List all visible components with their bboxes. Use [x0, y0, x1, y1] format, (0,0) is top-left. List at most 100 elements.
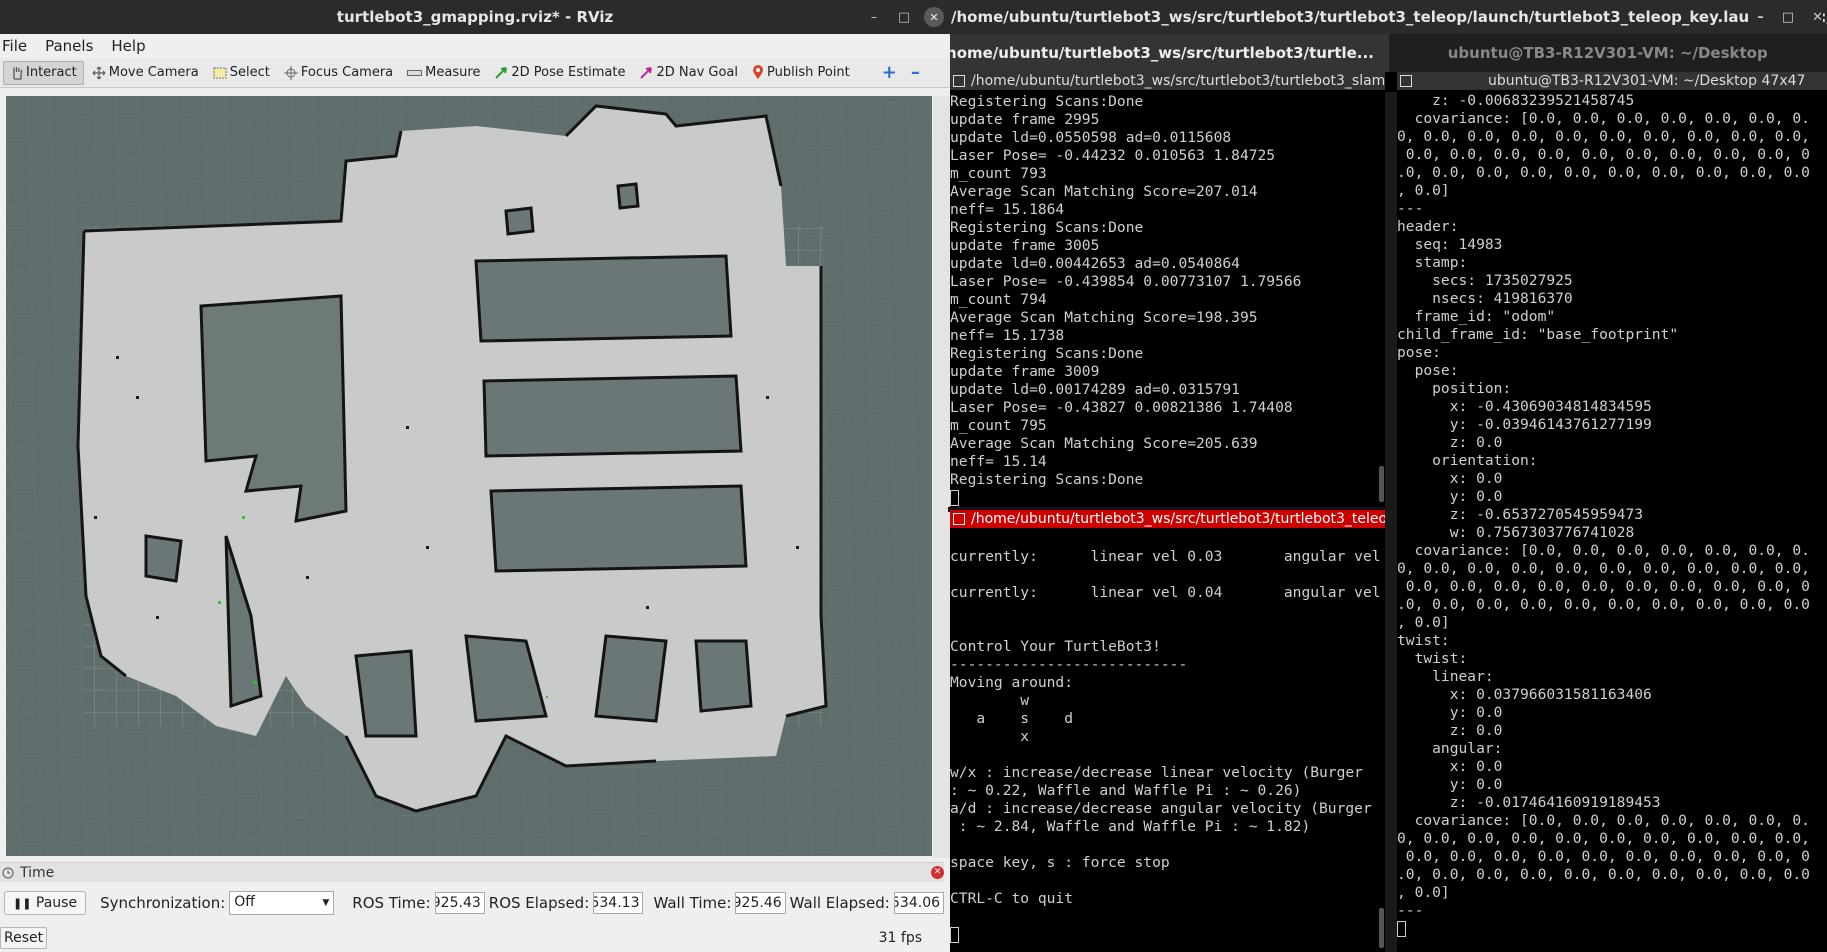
wall-time-label: Wall Time: [653, 894, 732, 912]
terminal-line: Laser Pose= -0.44232 0.010563 1.84725 [950, 147, 1276, 164]
teleop-output: currently: linear vel 0.03 angular vel 0… [950, 530, 1385, 944]
teleop-terminal[interactable]: currently: linear vel 0.03 angular vel 0… [950, 530, 1385, 952]
green-arrow-icon [495, 66, 508, 79]
tool-focus-camera[interactable]: Focus Camera [278, 61, 399, 85]
terminal-line: z: 0.0 [1397, 722, 1503, 739]
terminal-line: update frame 3009 [950, 363, 1100, 380]
tab-desktop[interactable]: ubuntu@TB3-R12V301-VM: ~/Desktop [1389, 34, 1827, 72]
terminal-titlebar[interactable]: /home/ubuntu/turtlebot3_ws/src/turtlebot… [950, 0, 1827, 34]
terminal-line: Average Scan Matching Score=198.395 [950, 309, 1258, 326]
move-arrows-icon [92, 66, 106, 79]
slam-output: Registering Scans:Done update frame 2995 u… [950, 93, 1385, 507]
scrollbar[interactable] [1379, 466, 1384, 502]
terminal-line: .0, 0.0, 0.0, 0.0, 0.0, 0.0, 0.0, 0.0, 0… [1397, 596, 1810, 613]
dropdown-arrow-icon: ▼ [322, 898, 330, 908]
ruler-icon [407, 69, 423, 76]
tool-select-label: Select [229, 65, 270, 80]
reset-button[interactable]: Reset [0, 927, 48, 949]
menu-file[interactable]: File [2, 37, 27, 55]
terminal-line: 0.0, 0.0, 0.0, 0.0, 0.0, 0.0, 0.0, 0.0, … [1397, 578, 1810, 595]
minimize-button[interactable]: – [864, 7, 884, 27]
close-icon[interactable]: ✕ [931, 866, 944, 879]
terminal-line: stamp: [1397, 254, 1468, 271]
tool-publish-point[interactable]: Publish Point [746, 61, 856, 85]
terminal-line: Registering Scans:Done [950, 219, 1144, 236]
terminal-line: CTRL-C to quit [950, 890, 1074, 907]
menu-help[interactable]: Help [111, 37, 145, 55]
close-button[interactable]: ✕ [924, 7, 944, 27]
terminal-tabs: /home/ubuntu/turtlebot3_ws/src/turtlebot… [950, 34, 1827, 72]
terminal-line: space key, s : force stop [950, 854, 1170, 871]
terminal-line: , 0.0] [1397, 884, 1450, 901]
vertical-splitter[interactable] [1385, 92, 1397, 952]
tool-interact-label: Interact [26, 65, 77, 80]
pause-label: Pause [35, 895, 78, 911]
sync-select[interactable]: Off ▼ [229, 891, 335, 915]
teleop-pane-header[interactable]: /home/ubuntu/turtlebot3_ws/src/turtlebot… [950, 510, 1385, 528]
terminal-line: neff= 15.1864 [950, 201, 1065, 218]
ros-time-field[interactable]: 7925.43 [434, 892, 485, 914]
map-viewport[interactable] [6, 96, 932, 856]
terminal-cursor [950, 926, 1385, 944]
terminal-line: a/d : increase/decrease angular velocity… [950, 800, 1372, 817]
terminal-line: 0.0, 0.0, 0.0, 0.0, 0.0, 0.0, 0.0, 0.0, … [1397, 146, 1810, 163]
terminal-line: a s d [950, 710, 1074, 727]
occupancy-grid-map [6, 96, 932, 856]
tool-2d-pose-estimate[interactable]: 2D Pose Estimate [488, 61, 631, 85]
slam-terminal[interactable]: Registering Scans:Done update frame 2995 u… [950, 92, 1385, 507]
maximize-button[interactable]: □ [894, 7, 914, 27]
wall-time-field[interactable]: 7925.46 [735, 892, 786, 914]
terminal-line: pose: [1397, 362, 1459, 379]
scrollbar[interactable] [1379, 908, 1384, 948]
odom-terminal[interactable]: z: -0.00683239521458745 covariance: [0.0… [1397, 92, 1827, 952]
splitter-handle[interactable] [933, 96, 950, 858]
tool-2d-nav-goal-label: 2D Nav Goal [656, 65, 739, 80]
terminal-line: update frame 3005 [950, 237, 1100, 254]
menu-panels[interactable]: Panels [45, 37, 93, 55]
wall-elapsed-field[interactable]: 534.06 [893, 892, 945, 914]
teleop-pane-title: /home/ubuntu/turtlebot3_ws/src/turtlebot… [971, 511, 1385, 527]
terminal-line: y: 0.0 [1397, 776, 1503, 793]
slam-pane-header[interactable]: /home/ubuntu/turtlebot3_ws/src/turtlebot… [950, 72, 1385, 90]
tool-interact[interactable]: Interact [3, 60, 84, 85]
odom-pane-header[interactable]: ubuntu@TB3-R12V301-VM: ~/Desktop 47x47 [1397, 72, 1827, 90]
close-button[interactable]: ✕ [1812, 10, 1823, 25]
terminal-line: Average Scan Matching Score=207.014 [950, 183, 1258, 200]
terminal-line: Registering Scans:Done [950, 345, 1144, 362]
rviz-titlebar[interactable]: turtlebot3_gmapping.rviz* - RViz – □ ✕ [0, 0, 950, 34]
terminal-line: covariance: [0.0, 0.0, 0.0, 0.0, 0.0, 0.… [1397, 542, 1810, 559]
terminal-line: 0.0, 0.0, 0.0, 0.0, 0.0, 0.0, 0.0, 0.0, … [1397, 848, 1810, 865]
tool-measure[interactable]: Measure [401, 61, 486, 85]
terminal-line: m_count 793 [950, 165, 1047, 182]
tool-measure-label: Measure [425, 65, 481, 80]
tab-slam[interactable]: /home/ubuntu/turtlebot3_ws/src/turtlebot… [950, 34, 1389, 72]
add-tool-button[interactable]: + [876, 61, 903, 85]
pause-button[interactable]: ❚❚ Pause [4, 891, 87, 915]
terminal-icon [953, 75, 965, 87]
minimize-button[interactable]: – [1757, 10, 1764, 25]
terminal-line: w [950, 692, 1030, 709]
select-box-icon [213, 67, 227, 78]
remove-tool-button[interactable]: – [905, 61, 926, 85]
hand-icon [13, 66, 23, 80]
terminal-line: y: 0.0 [1397, 488, 1503, 505]
tool-focus-camera-label: Focus Camera [300, 65, 394, 80]
terminal-line: x: -0.43069034814834595 [1397, 398, 1652, 415]
ros-elapsed-field[interactable]: 534.13 [593, 892, 644, 914]
terminal-line: currently: linear vel 0.04 angular vel 0… [950, 584, 1385, 601]
clock-icon [2, 867, 14, 878]
tool-select[interactable]: Select [207, 61, 276, 85]
map-pin-icon [753, 65, 764, 79]
tool-move-camera[interactable]: Move Camera [86, 61, 205, 85]
tool-2d-nav-goal[interactable]: 2D Nav Goal [633, 61, 744, 85]
fps-readout: 31 fps [878, 930, 922, 946]
terminal-line: --- [1397, 902, 1424, 919]
tab-slam-label: /home/ubuntu/turtlebot3_ws/src/turtlebot… [950, 44, 1374, 62]
terminal-line: y: 0.0 [1397, 704, 1503, 721]
maximize-button[interactable]: □ [1782, 10, 1794, 25]
terminal-line: neff= 15.1738 [950, 327, 1065, 344]
terminal-line: 0, 0.0, 0.0, 0.0, 0.0, 0.0, 0.0, 0.0, 0.… [1397, 830, 1810, 847]
terminal-line: x: 0.0 [1397, 470, 1503, 487]
terminal-line: 0, 0.0, 0.0, 0.0, 0.0, 0.0, 0.0, 0.0, 0.… [1397, 560, 1810, 577]
